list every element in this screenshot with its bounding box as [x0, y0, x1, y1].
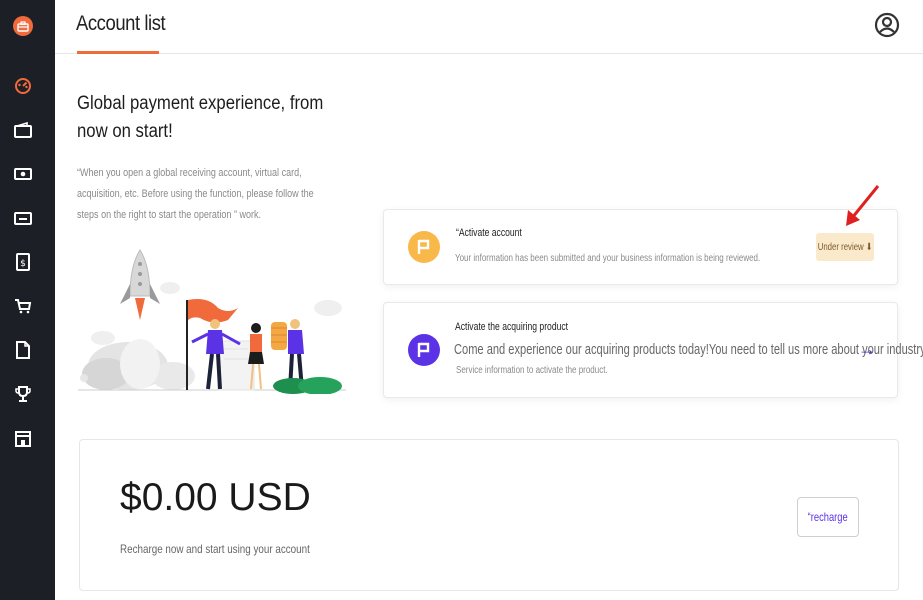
- document-icon[interactable]: [14, 341, 32, 359]
- hero-title: Global payment experience, from now on s…: [77, 93, 324, 142]
- card-icon[interactable]: [14, 209, 32, 227]
- store-icon[interactable]: [14, 429, 32, 447]
- flag-icon: [408, 231, 440, 263]
- user-circle-icon[interactable]: [874, 12, 900, 38]
- hero-description: “When you open a global receiving accoun…: [77, 167, 314, 221]
- sidebar: $: [0, 0, 55, 600]
- trophy-icon[interactable]: [14, 385, 32, 403]
- page-title: Account list: [76, 12, 166, 35]
- briefcase-icon[interactable]: [13, 16, 33, 36]
- cart-icon[interactable]: [14, 297, 32, 315]
- flag-icon: [408, 334, 440, 366]
- active-tab-indicator: [77, 51, 159, 54]
- balance-amount: $0.00 USD: [120, 476, 311, 519]
- balance-description: Recharge now and start using your accoun…: [120, 542, 310, 556]
- step-description: Service information to activate the prod…: [456, 365, 608, 376]
- recharge-button[interactable]: “recharge: [797, 497, 859, 537]
- cash-icon[interactable]: [14, 165, 32, 183]
- balance-card: $0.00 USD Recharge now and start using y…: [79, 439, 899, 591]
- under-review-badge[interactable]: Under review ⬇: [816, 233, 874, 261]
- under-review-label: Under review ⬇: [817, 241, 873, 253]
- rocket-team-illustration: [78, 246, 346, 395]
- header: Account list: [55, 0, 923, 54]
- dashboard-gauge-icon[interactable]: [14, 77, 32, 95]
- dollar-document-icon[interactable]: $: [14, 253, 32, 271]
- recharge-label: “recharge: [807, 510, 849, 524]
- step-card-acquiring-product[interactable]: Activate the acquiring product Come and …: [383, 302, 923, 398]
- step-title: “Activate account: [456, 227, 522, 239]
- step-headline: Come and experience our acquiring produc…: [454, 341, 923, 358]
- step-description: Your information has been submitted and …: [455, 253, 761, 264]
- svg-text:$: $: [20, 259, 26, 269]
- step-title: Activate the acquiring product: [455, 321, 569, 333]
- arrow-right-icon[interactable]: →: [858, 339, 876, 360]
- wallet-icon[interactable]: [14, 121, 32, 139]
- annotation-arrow: [846, 185, 880, 226]
- step-card-activate-account: “Activate account Your information has b…: [383, 209, 898, 285]
